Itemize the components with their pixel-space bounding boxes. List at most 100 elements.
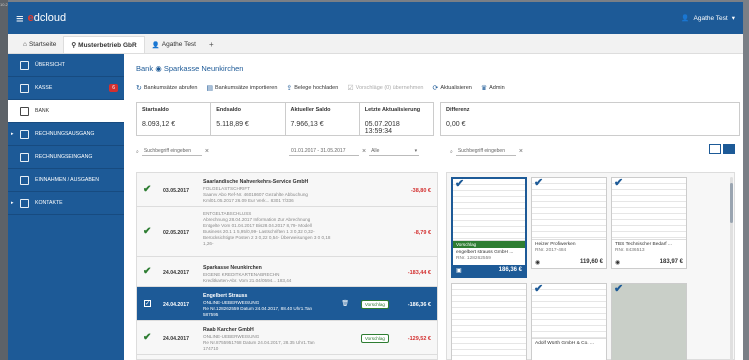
sidebar-item-kasse[interactable]: Kasse 6 xyxy=(8,77,124,100)
check-icon: ✔ xyxy=(614,177,624,189)
user-menu[interactable]: 👤 Agathe Test ▾ xyxy=(681,14,735,23)
transaction-amount: -38,80 € xyxy=(410,188,431,194)
view-toggle xyxy=(709,144,735,154)
cash-icon xyxy=(20,83,29,93)
document-card[interactable]: ✔ xyxy=(611,283,687,360)
document-thumbnail xyxy=(452,284,526,360)
scrollbar-thumb[interactable] xyxy=(730,183,733,223)
main-content: Bank ◉ Sparkasse Neunkirchen ↻ Bankumsätz… xyxy=(124,54,743,360)
chevron-right-icon: ▸ xyxy=(11,131,14,137)
date-filter: 01.01.2017 - 31.05.2017 × Alle ▾ xyxy=(289,147,420,156)
eye-icon: ◉ xyxy=(535,259,541,266)
page-title: Bank ◉ Sparkasse Neunkirchen xyxy=(136,64,244,73)
tab-label: Agathe Test xyxy=(161,41,196,48)
transaction-row-selected[interactable]: ✓ 24.04.2017 Engelbert Strauss ONLINE-UE… xyxy=(137,287,437,321)
document-thumbnail: ✔ xyxy=(612,177,686,240)
suggestion-badge[interactable]: Vorschlag xyxy=(360,334,389,343)
user-icon: 👤 xyxy=(681,15,690,22)
document-search-input[interactable]: Suchbegriff eingeben xyxy=(455,147,516,156)
sidebar-item-uebersicht[interactable]: Übersicht xyxy=(8,54,124,77)
transaction-search-input[interactable]: Suchbegriff eingeben xyxy=(141,147,202,156)
sidebar-item-label: Bank xyxy=(35,108,50,114)
chevron-right-icon: ▸ xyxy=(11,200,14,206)
transaction-filter: ⌕ Suchbegriff eingeben × xyxy=(136,147,209,156)
tab-agathe-test[interactable]: 👤 Agathe Test xyxy=(145,36,203,53)
transaction-row[interactable]: ✔ 03.05.2017 Saarlandische Nahverkehrs-S… xyxy=(137,173,437,207)
grid-view-button[interactable] xyxy=(723,144,735,154)
sidebar-item-rechnungsausgang[interactable]: ▸ Rechnungsausgang xyxy=(8,123,124,146)
date-range-input[interactable]: 01.01.2017 - 31.05.2017 xyxy=(289,147,359,156)
crown-icon: ♛ xyxy=(480,85,488,92)
refresh-icon: ↻ xyxy=(136,85,142,92)
count-badge: 6 xyxy=(109,84,118,92)
invoice-out-icon xyxy=(20,129,29,139)
suggestion-badge[interactable]: Vorschlag xyxy=(360,300,389,309)
transaction-amount: -186,36 € xyxy=(407,302,431,308)
upload-icon: ⇪ xyxy=(286,85,293,92)
sidebar-item-rechnungseingang[interactable]: Rechnungseingang xyxy=(8,146,124,169)
tab-musterbetrieb[interactable]: ⚲ Musterbetrieb GbR xyxy=(63,36,145,53)
user-icon: 👤 xyxy=(151,41,160,49)
action-toolbar: ↻ Bankumsätze abrufen ▤ Bankumsätze import… xyxy=(136,84,505,92)
transaction-amount: -183,44 € xyxy=(407,270,431,276)
menu-icon[interactable]: ≡ xyxy=(16,12,24,25)
sidebar-item-label: Übersicht xyxy=(35,62,65,68)
upload-receipts-button[interactable]: ⇪ Belege hochladen xyxy=(286,84,338,92)
transaction-row[interactable]: ✔ 24.04.2017 Raab Karcher GmbH ONLINE-UE… xyxy=(137,321,437,355)
trash-icon[interactable]: 🗑 xyxy=(341,300,349,307)
clear-icon[interactable]: × xyxy=(205,148,209,155)
document-thumbnail: ✔ xyxy=(612,283,686,360)
accept-suggestions-button[interactable]: ☑ Vorschläge (0) übernehmen xyxy=(347,84,423,92)
document-grid: ✔ Vorschlag engelbert strauss GmbH ... RN… xyxy=(446,172,735,360)
eye-icon: ◉ xyxy=(615,259,621,266)
transaction-row[interactable]: ✔ 02.05.2017 ENTGELTABSCHLUSS Abrechnung… xyxy=(137,207,437,257)
tab-label: Musterbetrieb GbR xyxy=(78,41,137,49)
tab-startseite[interactable]: ⌂ Startseite xyxy=(16,36,63,53)
sidebar-item-label: Kasse xyxy=(35,85,53,91)
check-icon: ✔ xyxy=(534,283,544,295)
import-transactions-button[interactable]: ▤ Bankumsätze importieren xyxy=(206,84,277,92)
user-name: Agathe Test xyxy=(693,14,728,22)
refresh-button[interactable]: ⟳ Aktualisieren xyxy=(432,84,471,92)
document-card[interactable]: ✔ Adolf Würth GmbH & Co. ... xyxy=(531,283,607,360)
sidebar: Übersicht Kasse 6 Bank ▸ Rechnungsausgang … xyxy=(8,54,124,360)
fetch-transactions-button[interactable]: ↻ Bankumsätze abrufen xyxy=(136,84,197,92)
document-thumbnail: ✔ xyxy=(453,178,525,241)
ledger-icon xyxy=(20,175,29,185)
sidebar-item-label: Rechnungseingang xyxy=(35,154,93,160)
home-icon: ⌂ xyxy=(23,41,27,48)
clear-icon[interactable]: × xyxy=(519,148,523,155)
document-thumbnail: ✔ xyxy=(532,283,606,339)
document-card[interactable] xyxy=(451,283,527,360)
admin-button[interactable]: ♛ Admin xyxy=(481,84,505,92)
add-tab-button[interactable]: + xyxy=(203,36,220,53)
status-select[interactable]: Alle ▾ xyxy=(369,147,420,156)
summary-start-balance: Startsaldo 8.093,12 € xyxy=(137,103,212,135)
document-filter: ⌕ Suchbegriff eingeben × xyxy=(450,147,523,156)
search-icon: ⌕ xyxy=(450,148,453,155)
checkbox-icon: ☑ xyxy=(347,85,354,92)
corner-label: 10.2 xyxy=(0,2,8,7)
location-icon: ⚲ xyxy=(71,42,77,49)
bank-logo-icon: ◉ xyxy=(155,64,162,73)
sidebar-item-bank[interactable]: Bank xyxy=(8,100,124,123)
sidebar-item-einnahmen-ausgaben[interactable]: Einnahmen / Ausgaben xyxy=(8,169,124,192)
transaction-row[interactable]: ✔ 24.04.2017 Sparkasse Neunkirchen EIGEN… xyxy=(137,257,437,287)
check-icon: ✔ xyxy=(143,332,152,343)
document-card[interactable]: ✔ Heizer Profiwerken RNr. 2017-484 ◉ 119,6… xyxy=(531,177,607,269)
sidebar-item-label: Kontakte xyxy=(35,200,63,206)
summary-difference: Differenz 0,00 € xyxy=(440,102,740,136)
transaction-amount: -8,79 € xyxy=(413,230,431,236)
row-checkbox[interactable]: ✓ xyxy=(144,300,151,307)
sidebar-item-kontakte[interactable]: ▸ Kontakte xyxy=(8,192,124,215)
summary-last-update: Letzte Aktualisierung 05.07.2018 13:59:34 xyxy=(364,107,421,135)
balance-summary: Startsaldo 8.093,12 € Endsaldo 5.118,89 € … xyxy=(136,102,434,136)
transaction-amount: -129,52 € xyxy=(407,336,431,342)
document-card[interactable]: ✔ TBS Technischer Bedarf ... RNr. 8436513… xyxy=(611,177,687,269)
tab-label: Startseite xyxy=(28,41,57,48)
sidebar-item-label: Einnahmen / Ausgaben xyxy=(35,177,99,183)
clear-date-icon[interactable]: × xyxy=(362,148,366,155)
document-card-selected[interactable]: ✔ Vorschlag engelbert strauss GmbH ... RN… xyxy=(451,177,527,278)
list-view-button[interactable] xyxy=(709,144,721,154)
suggestion-label: Vorschlag xyxy=(453,241,525,248)
